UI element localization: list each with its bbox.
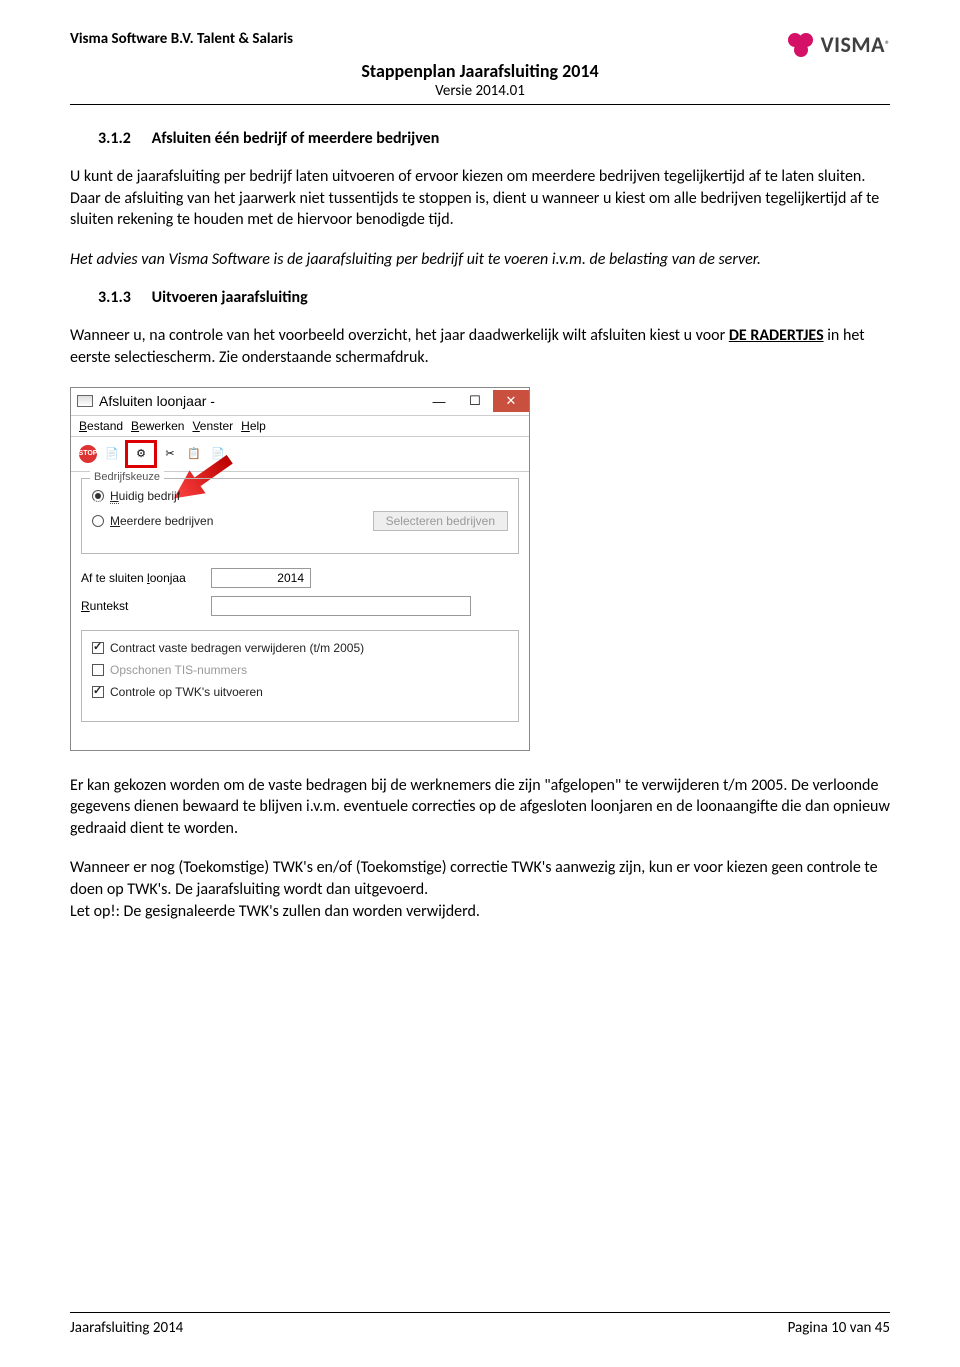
radio-icon: [92, 515, 104, 527]
selecteren-bedrijven-button[interactable]: Selecteren bedrijven: [373, 511, 508, 531]
para-3-1-2-a: U kunt de jaarafsluiting per bedrijf lat…: [70, 166, 890, 231]
doc-title: Stappenplan Jaarafsluiting 2014: [70, 60, 890, 82]
heading-title: Afsluiten één bedrijf of meerdere bedrij…: [152, 129, 440, 148]
menu-help[interactable]: Help: [241, 419, 266, 433]
header-company: Visma Software B.V. Talent & Salaris: [70, 30, 293, 48]
para-after-1: Er kan gekozen worden om de vaste bedrag…: [70, 775, 890, 840]
options-groupbox: Contract vaste bedragen verwijderen (t/m…: [81, 630, 519, 722]
check-opschonen-tis: Opschonen TIS-nummers: [92, 663, 508, 677]
checkbox-icon: [92, 642, 104, 654]
heading-num: 3.1.3: [98, 288, 148, 307]
radio-label: Huidig bedrijf: [110, 489, 180, 503]
toolbar-button-1[interactable]: 📄: [101, 443, 123, 465]
heading-3-1-2: 3.1.2 Afsluiten één bedrijf of meerdere …: [98, 129, 890, 148]
heading-num: 3.1.2: [98, 129, 148, 148]
heading-title: Uitvoeren jaarafsluiting: [152, 288, 308, 307]
logo-text: VISMA: [821, 31, 885, 58]
check-label: Controle op TWK's uitvoeren: [110, 685, 263, 699]
menu-venster[interactable]: Venster: [192, 419, 233, 433]
window-maximize-button[interactable]: ☐: [457, 390, 493, 412]
checkbox-icon: [92, 664, 104, 676]
page-footer: Jaarafsluiting 2014 Pagina 10 van 45: [70, 1312, 890, 1337]
toolbar-button-cut[interactable]: ✂: [159, 443, 181, 465]
para-3-1-2-b: Het advies van Visma Software is de jaar…: [70, 249, 890, 271]
toolbar-radertjes-highlight: ⚙: [125, 440, 157, 468]
window-title: Afsluiten loonjaar -: [99, 393, 215, 409]
radio-meerdere-bedrijven[interactable]: Meerdere bedrijven Selecteren bedrijven: [92, 511, 508, 531]
para-after-2: Wanneer er nog (Toekomstige) TWK's en/of…: [70, 857, 890, 922]
check-label: Contract vaste bedragen verwijderen (t/m…: [110, 641, 364, 655]
menu-bewerken[interactable]: Bewerken: [131, 419, 184, 433]
groupbox-legend: Bedrijfskeuze: [90, 471, 164, 483]
let-op-warning: Let op!: De gesignaleerde TWK's zullen d…: [70, 902, 480, 921]
logo-registered: ®: [885, 38, 890, 51]
logo-icon: [787, 30, 815, 58]
window-close-button[interactable]: ✕: [493, 390, 529, 412]
radio-huidig-bedrijf[interactable]: Huidig bedrijf: [92, 489, 508, 503]
toolbar: STOP 📄 ⚙ ✂ 📋 📄: [71, 437, 529, 472]
check-contract-verwijderen[interactable]: Contract vaste bedragen verwijderen (t/m…: [92, 641, 508, 655]
app-screenshot: Afsluiten loonjaar - — ☐ ✕ Bestand Bewer…: [70, 387, 530, 751]
menu-bestand[interactable]: Bestand: [79, 419, 123, 433]
window-minimize-button[interactable]: —: [421, 390, 457, 412]
check-label: Opschonen TIS-nummers: [110, 663, 247, 677]
page-header: Visma Software B.V. Talent & Salaris VIS…: [70, 30, 890, 105]
toolbar-stop-button[interactable]: STOP: [77, 443, 99, 465]
doc-version: Versie 2014.01: [70, 82, 890, 100]
radertjes-emphasis: DE RADERTJES: [729, 326, 824, 345]
stop-icon: STOP: [79, 445, 97, 463]
radio-label: Meerdere bedrijven: [110, 514, 213, 528]
loonjaar-label: Af te sluiten loonjaa: [81, 571, 201, 585]
runtekst-input[interactable]: [211, 596, 471, 616]
radio-icon: [92, 490, 104, 502]
window-icon: [77, 395, 93, 407]
check-controle-twk[interactable]: Controle op TWK's uitvoeren: [92, 685, 508, 699]
window-titlebar: Afsluiten loonjaar - — ☐ ✕: [71, 388, 529, 416]
bedrijfskeuze-groupbox: Bedrijfskeuze Huidig bedrijf Meerdere be…: [81, 478, 519, 554]
logo: VISMA ®: [787, 30, 890, 58]
advice-italic: Het advies van Visma Software is de jaar…: [70, 250, 761, 269]
heading-3-1-3: 3.1.3 Uitvoeren jaarafsluiting: [98, 288, 890, 307]
footer-left: Jaarafsluiting 2014: [70, 1319, 183, 1337]
runtekst-label: Runtekst: [81, 599, 201, 613]
checkbox-icon: [92, 686, 104, 698]
toolbar-radertjes-button[interactable]: ⚙: [130, 443, 152, 465]
menubar: Bestand Bewerken Venster Help: [71, 416, 529, 437]
loonjaar-input[interactable]: [211, 568, 311, 588]
footer-right: Pagina 10 van 45: [788, 1319, 890, 1337]
para-3-1-3-a: Wanneer u, na controle van het voorbeeld…: [70, 325, 890, 368]
